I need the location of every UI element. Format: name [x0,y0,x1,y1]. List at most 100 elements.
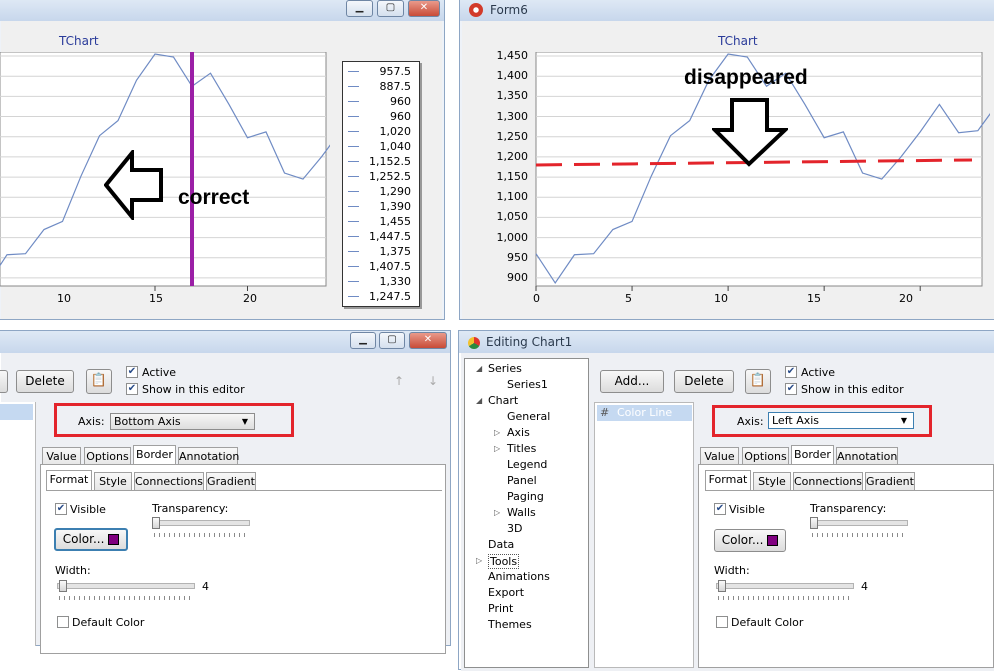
right-editor-titlebar: Editing Chart1 [459,331,994,353]
right-transparency-slider[interactable] [810,520,908,526]
tree-item[interactable]: Series [488,362,522,375]
left-width-slider[interactable] [57,583,195,589]
left-transparency-thumb[interactable] [152,517,160,529]
maximize-button[interactable]: ▢ [379,332,405,349]
legend-value: 1,152.5 [369,155,411,168]
list-item-selected[interactable] [0,404,33,420]
right-visible-checkbox[interactable]: ✔ [714,503,726,515]
right-subtab-gradient[interactable]: Gradient [865,472,915,490]
left-active-checkbox[interactable]: ✔ [126,366,138,378]
minimize-button[interactable]: ▁ [346,0,373,17]
x-tick-label: 10 [714,292,728,305]
left-tab-value[interactable]: Value [42,447,81,465]
right-tab-border[interactable]: Border [791,445,834,465]
left-move-up-icon[interactable]: ↑ [394,374,404,388]
close-button[interactable]: ✕ [409,332,447,349]
close-button[interactable]: ✕ [408,0,440,17]
y-tick-label: 1,350 [496,89,529,103]
tree-collapsed-icon[interactable]: ▷ [494,444,500,453]
tree-item[interactable]: Series1 [507,378,548,391]
right-subtab-style[interactable]: Style [753,472,791,490]
legend-value: 1,252.5 [369,170,411,183]
right-clipboard-button[interactable]: 📋 [745,369,771,394]
tree-item[interactable]: Walls [507,506,536,519]
left-add-button[interactable] [0,370,8,393]
tree-item[interactable]: 3D [507,522,522,535]
tree-item[interactable]: Export [488,586,524,599]
left-subtab-gradient[interactable]: Gradient [206,472,256,490]
legend-swatch [348,176,359,177]
legend-value: 1,247.5 [369,290,411,303]
legend-entry: 1,447.5 [343,229,419,244]
left-tab-border[interactable]: Border [133,445,176,465]
legend-entry: 1,152.5 [343,154,419,169]
maximize-button[interactable]: ▢ [377,0,404,17]
right-axis-select[interactable]: Left Axis ▼ [768,412,914,429]
right-active-label: Active [801,366,836,379]
tree-item[interactable]: Legend [507,458,547,471]
minimize-button[interactable]: ▁ [350,332,376,349]
tree-item[interactable]: Axis [507,426,530,439]
right-x-ticks: 0 5 10 15 20 [530,292,990,306]
left-axis-select[interactable]: Bottom Axis ▼ [110,413,255,430]
right-color-button[interactable]: Color... [714,529,786,552]
tree-item[interactable]: Tools [488,554,520,569]
tree-item[interactable]: Data [488,538,514,551]
left-subtab-format[interactable]: Format [46,470,92,490]
tree-item[interactable]: Print [488,602,513,615]
tree-item[interactable]: Titles [507,442,536,455]
tree-collapsed-icon[interactable]: ▷ [476,556,482,565]
left-clipboard-button[interactable]: 📋 [86,369,112,394]
legend-entry: 1,252.5 [343,169,419,184]
tree-item[interactable]: Chart [488,394,518,407]
legend-value: 1,390 [379,200,412,213]
y-tick-label: 1,300 [496,109,529,123]
right-tab-options[interactable]: Options [742,447,789,465]
right-width-thumb[interactable] [718,580,726,592]
tree-item[interactable]: Panel [507,474,537,487]
left-default-color-label: Default Color [72,616,145,629]
right-width-slider[interactable] [716,583,854,589]
right-subtab-format[interactable]: Format [705,470,751,490]
left-width-thumb[interactable] [59,580,67,592]
legend-swatch [348,116,359,117]
left-move-down-icon[interactable]: ↓ [428,374,438,388]
tree-expanded-icon[interactable]: ◢ [476,396,482,405]
tree-item[interactable]: General [507,410,550,423]
legend-value: 1,407.5 [369,260,411,273]
tree-item[interactable]: Paging [507,490,544,503]
right-subtab-connections[interactable]: Connections [793,472,863,490]
left-legend: 957.5 887.5 960 960 1,020 1,040 1,152.5 1,252.5… [342,61,420,307]
right-active-checkbox[interactable]: ✔ [785,366,797,378]
right-annotation-text: disappeared [684,66,808,89]
right-tab-value[interactable]: Value [700,447,739,465]
left-subtab-style[interactable]: Style [94,472,132,490]
right-default-color-checkbox[interactable] [716,616,728,628]
tree-item[interactable]: Themes [488,618,532,631]
tree-collapsed-icon[interactable]: ▷ [494,508,500,517]
left-default-color-checkbox[interactable] [57,616,69,628]
left-chart-title: TChart [59,34,99,48]
left-tab-annotation[interactable]: Annotation [178,447,239,465]
editor-app-icon [468,337,480,349]
left-transparency-slider[interactable] [152,520,250,526]
right-show-in-editor-checkbox[interactable]: ✔ [785,383,797,395]
tree-collapsed-icon[interactable]: ▷ [494,428,500,437]
legend-swatch [348,146,359,147]
right-transparency-thumb[interactable] [810,517,818,529]
right-add-button[interactable]: Add... [600,370,664,393]
tree-item[interactable]: Animations [488,570,550,583]
left-tab-options[interactable]: Options [84,447,131,465]
left-show-in-editor-checkbox[interactable]: ✔ [126,383,138,395]
tree-expanded-icon[interactable]: ◢ [476,364,482,373]
left-delete-button[interactable]: Delete [16,370,74,393]
left-color-button[interactable]: Color... [54,528,128,551]
left-transparency-ticks [154,533,248,537]
tool-list-item[interactable]: # Color Line [597,405,692,421]
right-tab-annotation[interactable]: Annotation [836,447,898,465]
right-delete-button[interactable]: Delete [674,370,734,393]
right-chart-title: TChart [718,34,758,48]
legend-value: 1,455 [379,215,412,228]
left-subtab-connections[interactable]: Connections [134,472,204,490]
left-visible-checkbox[interactable]: ✔ [55,503,67,515]
